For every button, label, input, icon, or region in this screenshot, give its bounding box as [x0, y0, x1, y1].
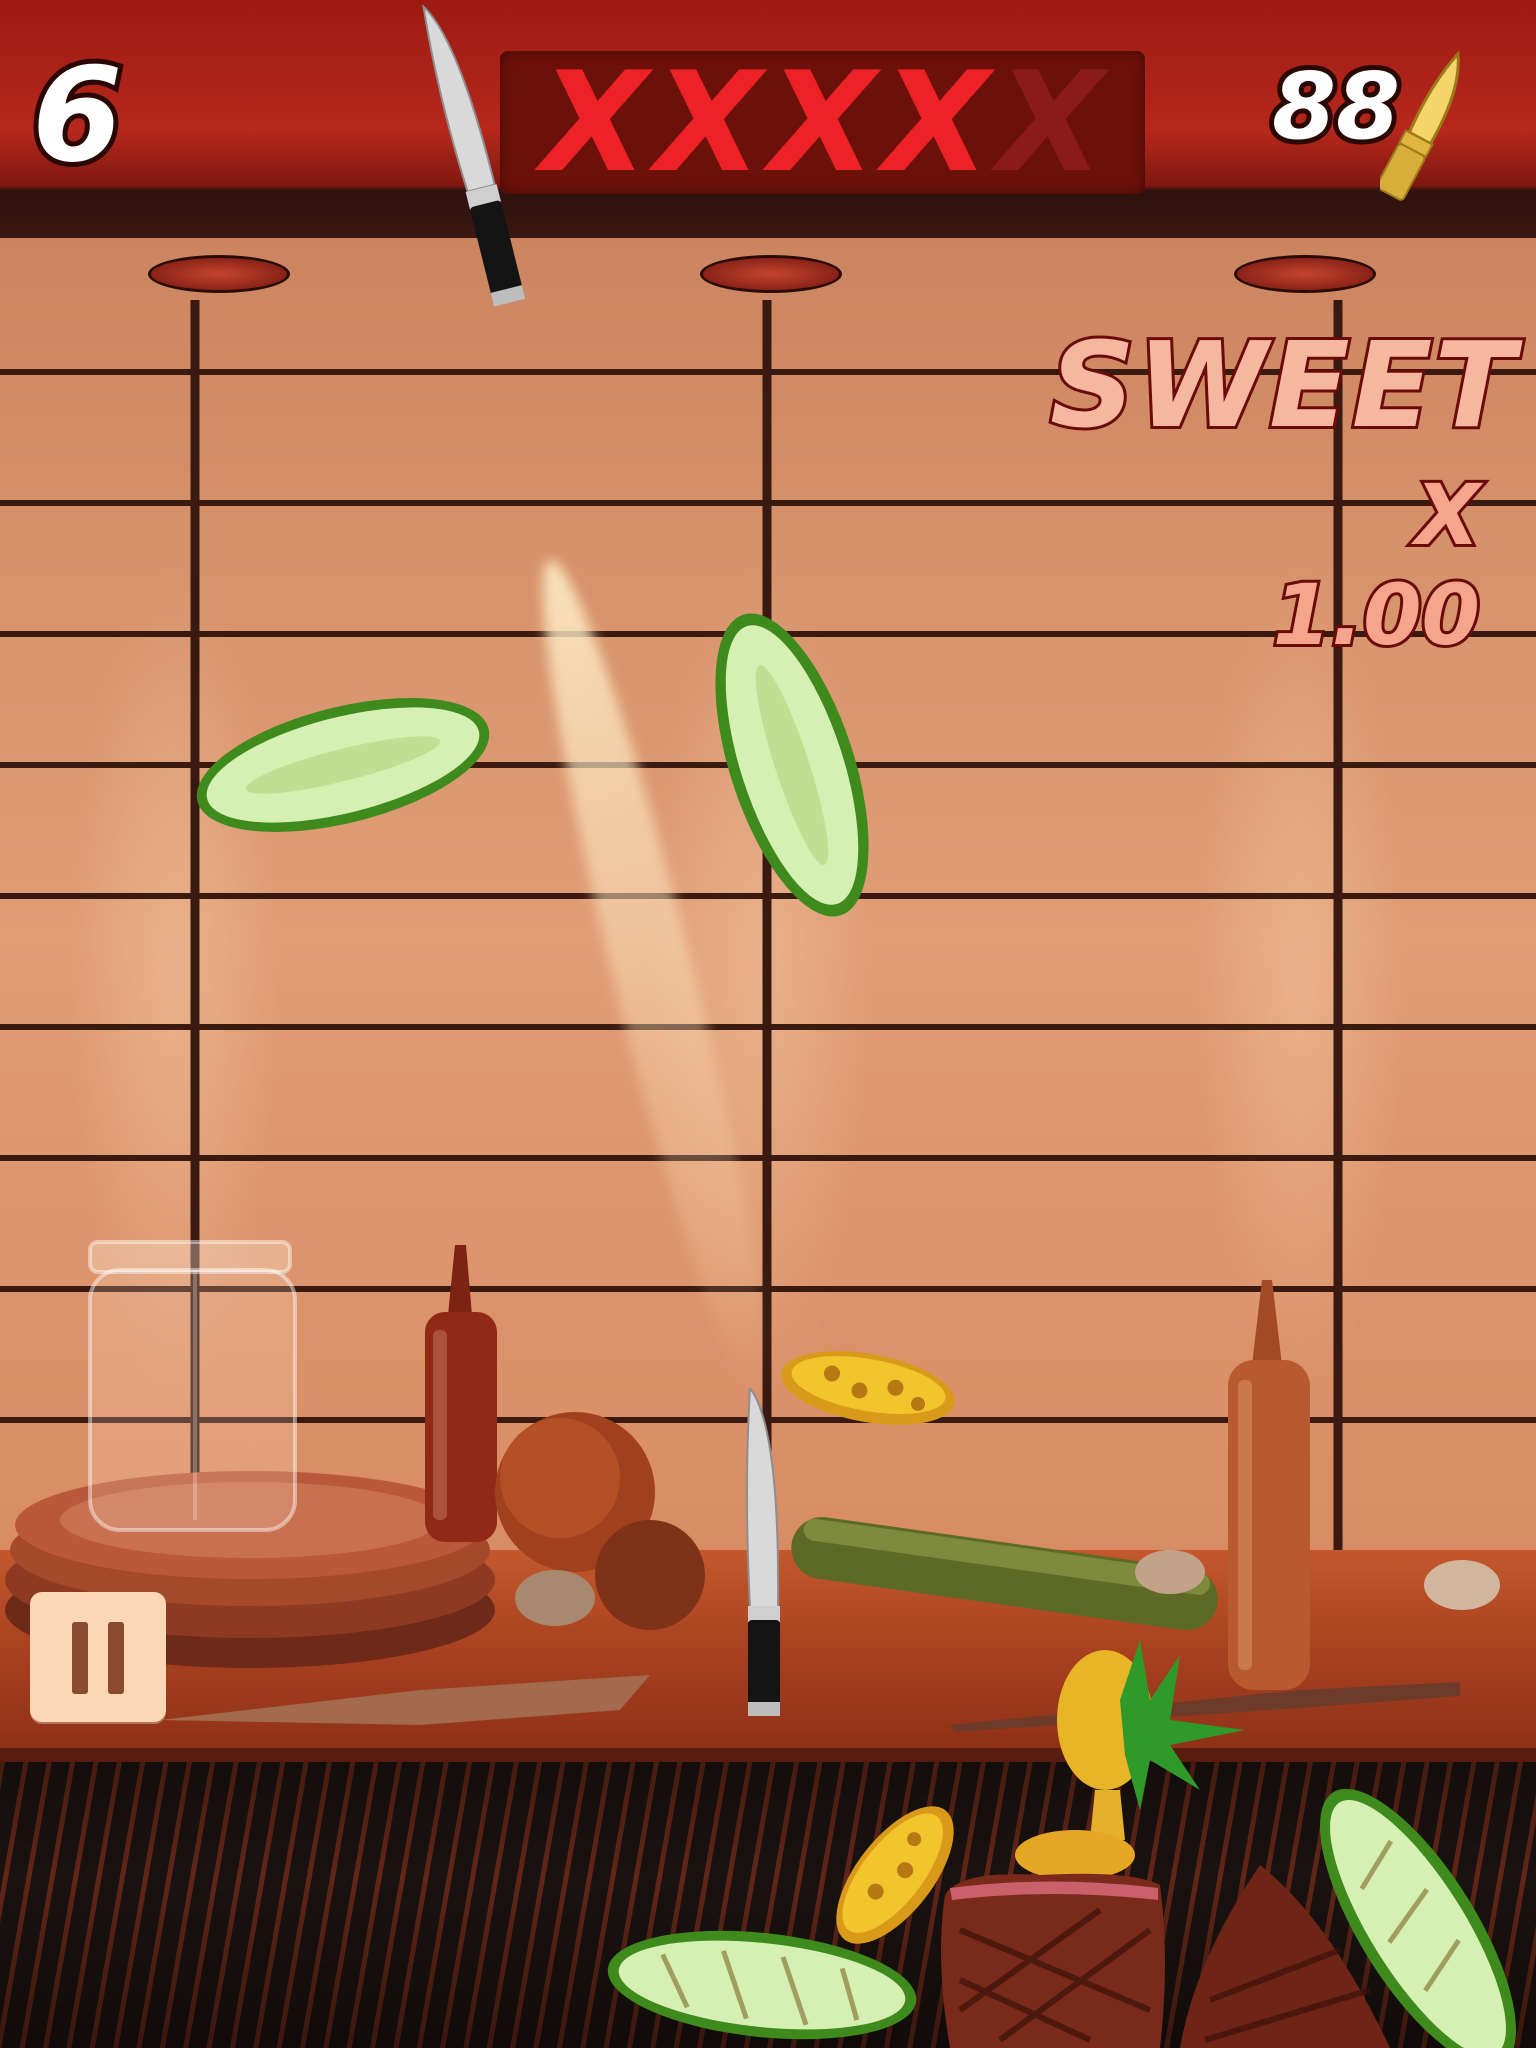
strike-mark: X	[769, 41, 876, 203]
combo-multiplier-text: X 1.00	[1270, 463, 1483, 667]
pineapple-chunks	[1015, 1830, 1135, 1880]
score-counter: 6	[27, 35, 128, 195]
steak[interactable]	[941, 1873, 1165, 2048]
pause-button[interactable]	[30, 1592, 166, 1722]
golden-knife-icon	[1380, 50, 1460, 201]
food-layer	[183, 596, 1517, 2048]
cucumber-slice[interactable]	[684, 596, 900, 935]
strikes-panel: X X X X X	[500, 51, 1145, 194]
strike-mark: X	[997, 41, 1104, 203]
strike-mark: X	[541, 41, 648, 203]
combo-rating-text: SWEET	[1047, 316, 1518, 454]
cucumber-slice[interactable]	[183, 672, 502, 857]
strike-mark: X	[655, 41, 762, 203]
pineapple-top[interactable]	[1057, 1640, 1245, 1840]
throwing-knife-bottom	[746, 1388, 780, 1716]
pineapple-slice[interactable]	[775, 1339, 960, 1437]
strike-mark: X	[883, 41, 990, 203]
